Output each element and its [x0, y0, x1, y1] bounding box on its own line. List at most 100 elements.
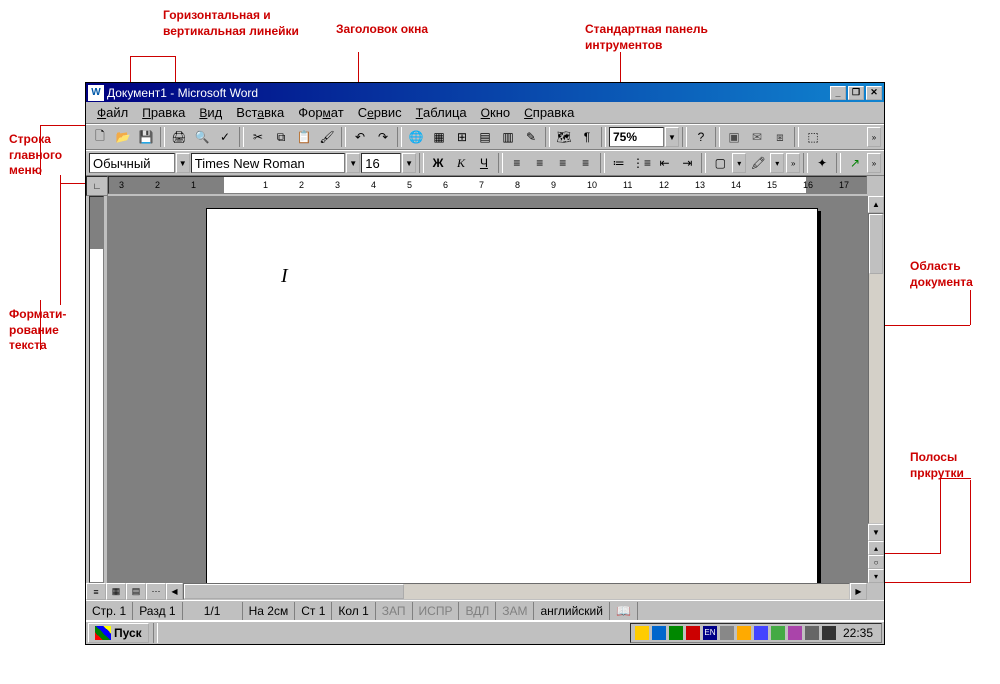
fmt-more[interactable]: »: [786, 153, 800, 173]
taskbar-clock[interactable]: 22:35: [839, 626, 877, 640]
menu-insert[interactable]: Вставка: [229, 103, 291, 122]
highlight-dropdown[interactable]: ▾: [770, 153, 784, 173]
numbering-icon[interactable]: ≔: [608, 152, 630, 174]
scroll-up-button[interactable]: ▲: [868, 196, 884, 213]
help-icon[interactable]: ?: [690, 126, 712, 148]
hscroll-track[interactable]: [183, 583, 850, 600]
style-select[interactable]: Обычный: [89, 153, 175, 173]
increase-indent-icon[interactable]: ⇥: [676, 152, 698, 174]
vscroll-track[interactable]: [868, 213, 884, 524]
vertical-scrollbar[interactable]: ▲ ▼ ▴ ○ ▾: [867, 196, 884, 583]
cut-icon[interactable]: ✂: [247, 126, 269, 148]
open-icon[interactable]: 📂: [112, 126, 134, 148]
hscroll-thumb[interactable]: [184, 584, 404, 599]
drawing-icon[interactable]: ✎: [520, 126, 542, 148]
titlebar[interactable]: W Документ1 - Microsoft Word _ ❐ ✕: [86, 83, 884, 102]
tb-extra3-icon[interactable]: ⧆: [769, 126, 791, 148]
paste-icon[interactable]: 📋: [293, 126, 315, 148]
vscroll-thumb[interactable]: [869, 214, 883, 274]
browse-object-button[interactable]: ○: [868, 555, 884, 569]
format-painter-icon[interactable]: 🖌: [316, 126, 338, 148]
status-trk[interactable]: ИСПР: [413, 602, 460, 620]
close-button[interactable]: ✕: [866, 86, 882, 100]
minimize-button[interactable]: _: [830, 86, 846, 100]
menu-table[interactable]: Таблица: [409, 103, 474, 122]
hyperlink-icon[interactable]: 🌐: [405, 126, 427, 148]
tray-icon-11[interactable]: [822, 626, 836, 640]
new-icon[interactable]: 🗋: [89, 126, 111, 148]
menu-help[interactable]: Справка: [517, 103, 581, 122]
italic-button[interactable]: К: [450, 152, 472, 174]
font-dropdown[interactable]: ▼: [346, 153, 360, 173]
zoom-input[interactable]: 75%: [609, 127, 664, 147]
underline-button[interactable]: Ч: [473, 152, 495, 174]
menu-format[interactable]: Формат: [291, 103, 351, 122]
scroll-left-button[interactable]: ◀: [166, 583, 183, 600]
ruler-corner[interactable]: ∟: [86, 176, 108, 196]
menu-file[interactable]: Файл: [90, 103, 135, 122]
scroll-right-button[interactable]: ▶: [850, 583, 867, 600]
status-lang[interactable]: английский: [534, 602, 609, 620]
tray-icon-3[interactable]: [669, 626, 683, 640]
size-dropdown[interactable]: ▼: [402, 153, 416, 173]
tray-icon-5[interactable]: [720, 626, 734, 640]
next-page-button[interactable]: ▾: [868, 569, 884, 583]
tray-icon-6[interactable]: [737, 626, 751, 640]
toolbar-more[interactable]: »: [867, 127, 881, 147]
outline-view-icon[interactable]: ⋯: [146, 583, 166, 600]
style-dropdown[interactable]: ▼: [176, 153, 190, 173]
fmt-extra2-icon[interactable]: ↗: [844, 152, 866, 174]
save-icon[interactable]: 💾: [135, 126, 157, 148]
menu-edit[interactable]: Правка: [135, 103, 192, 122]
status-rec[interactable]: ЗАП: [376, 602, 413, 620]
align-justify-icon[interactable]: ≡: [575, 152, 597, 174]
tray-icon-10[interactable]: [805, 626, 819, 640]
scroll-down-button[interactable]: ▼: [868, 524, 884, 541]
menu-window[interactable]: Окно: [474, 103, 517, 122]
print-view-icon[interactable]: ▤: [126, 583, 146, 600]
tb-extra1-icon[interactable]: ▣: [723, 126, 745, 148]
print-icon[interactable]: 🖨: [168, 126, 190, 148]
bold-button[interactable]: Ж: [427, 152, 449, 174]
borders-dropdown[interactable]: ▾: [732, 153, 746, 173]
undo-icon[interactable]: ↶: [349, 126, 371, 148]
tray-icon-9[interactable]: [788, 626, 802, 640]
tb-extra2-icon[interactable]: ✉: [746, 126, 768, 148]
excel-icon[interactable]: ▤: [474, 126, 496, 148]
page[interactable]: I: [206, 208, 818, 583]
prev-page-button[interactable]: ▴: [868, 541, 884, 555]
status-ext[interactable]: ВДЛ: [459, 602, 496, 620]
align-center-icon[interactable]: ≡: [529, 152, 551, 174]
align-right-icon[interactable]: ≡: [552, 152, 574, 174]
page-viewport[interactable]: I: [108, 196, 867, 583]
redo-icon[interactable]: ↷: [372, 126, 394, 148]
web-view-icon[interactable]: ▦: [106, 583, 126, 600]
tray-icon-8[interactable]: [771, 626, 785, 640]
horizontal-ruler[interactable]: 3211234567891011121314151617: [108, 176, 867, 194]
align-left-icon[interactable]: ≡: [506, 152, 528, 174]
bullets-icon[interactable]: ⋮≡: [631, 152, 653, 174]
tray-icon-2[interactable]: [652, 626, 666, 640]
size-select[interactable]: 16: [361, 153, 401, 173]
doc-map-icon[interactable]: 🗺: [553, 126, 575, 148]
tb-extra4-icon[interactable]: ⬚: [802, 126, 824, 148]
tray-lang-icon[interactable]: EN: [703, 626, 717, 640]
highlight-icon[interactable]: 🖍: [747, 152, 769, 174]
start-button[interactable]: Пуск: [88, 623, 149, 643]
vertical-ruler[interactable]: [86, 196, 108, 583]
spelling-icon[interactable]: ✓: [214, 126, 236, 148]
normal-view-icon[interactable]: ≡: [86, 583, 106, 600]
fmt-more2[interactable]: »: [867, 153, 881, 173]
maximize-button[interactable]: ❐: [848, 86, 864, 100]
menu-tools[interactable]: Сервис: [351, 103, 409, 122]
tray-icon-7[interactable]: [754, 626, 768, 640]
columns-icon[interactable]: ▥: [497, 126, 519, 148]
tray-icon-4[interactable]: [686, 626, 700, 640]
tray-icon-1[interactable]: [635, 626, 649, 640]
copy-icon[interactable]: ⧉: [270, 126, 292, 148]
preview-icon[interactable]: 🔍: [191, 126, 213, 148]
decrease-indent-icon[interactable]: ⇤: [654, 152, 676, 174]
show-hide-icon[interactable]: ¶: [576, 126, 598, 148]
font-select[interactable]: Times New Roman: [191, 153, 346, 173]
insert-table-icon[interactable]: ⊞: [451, 126, 473, 148]
